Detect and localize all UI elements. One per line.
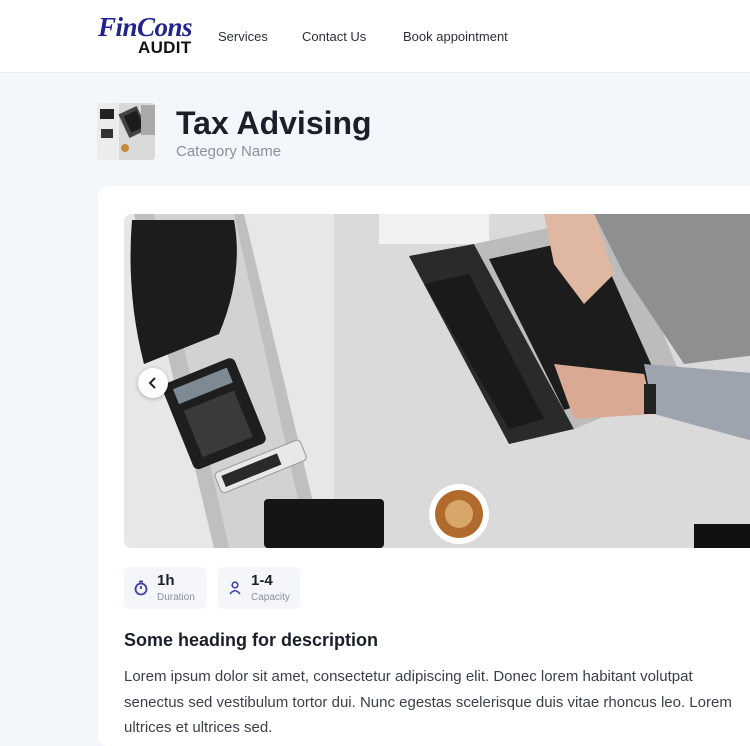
description-line: ultrices et ultrices sed. bbox=[124, 719, 273, 736]
duration-label: Duration bbox=[157, 592, 195, 603]
description-body: Lorem ipsum dolor sit amet, consectetur … bbox=[124, 664, 750, 741]
description-line: senectus sed vestibulum tortor dui. Nunc… bbox=[124, 693, 732, 711]
service-hero-image bbox=[124, 214, 750, 548]
carousel-prev-button[interactable] bbox=[138, 368, 168, 398]
nav-book-appointment-link[interactable]: Book appointment bbox=[403, 29, 508, 44]
duration-value: 1h bbox=[157, 572, 175, 589]
logo-subtitle: AUDIT bbox=[138, 38, 192, 57]
nav-contact-link[interactable]: Contact Us bbox=[302, 29, 366, 44]
description-line: Lorem ipsum dolor sit amet, consectetur … bbox=[124, 668, 693, 685]
duration-stat: 1h Duration bbox=[124, 567, 207, 609]
service-thumbnail bbox=[97, 103, 155, 160]
description-heading: Some heading for description bbox=[124, 630, 379, 650]
page-title: Tax Advising bbox=[176, 105, 372, 141]
category-name: Category Name bbox=[176, 143, 282, 160]
nav-services-link[interactable]: Services bbox=[218, 29, 268, 44]
capacity-value: 1-4 bbox=[251, 572, 273, 589]
chevron-left-icon bbox=[148, 377, 156, 389]
fincons-logo[interactable]: FinCons AUDIT bbox=[98, 12, 198, 58]
stopwatch-icon bbox=[134, 580, 148, 596]
person-icon bbox=[229, 581, 241, 595]
site-header: FinCons AUDIT Services Contact Us Book a… bbox=[0, 0, 750, 73]
capacity-label: Capacity bbox=[251, 592, 290, 603]
capacity-stat: 1-4 Capacity bbox=[218, 567, 300, 609]
